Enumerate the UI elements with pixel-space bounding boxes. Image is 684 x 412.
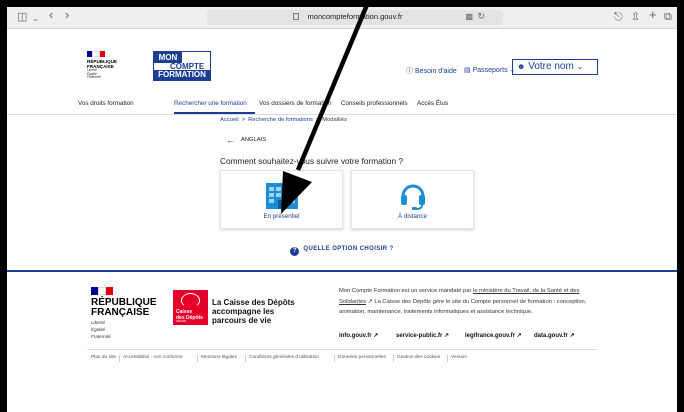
annotation-arrow-icon bbox=[281, 0, 372, 214]
